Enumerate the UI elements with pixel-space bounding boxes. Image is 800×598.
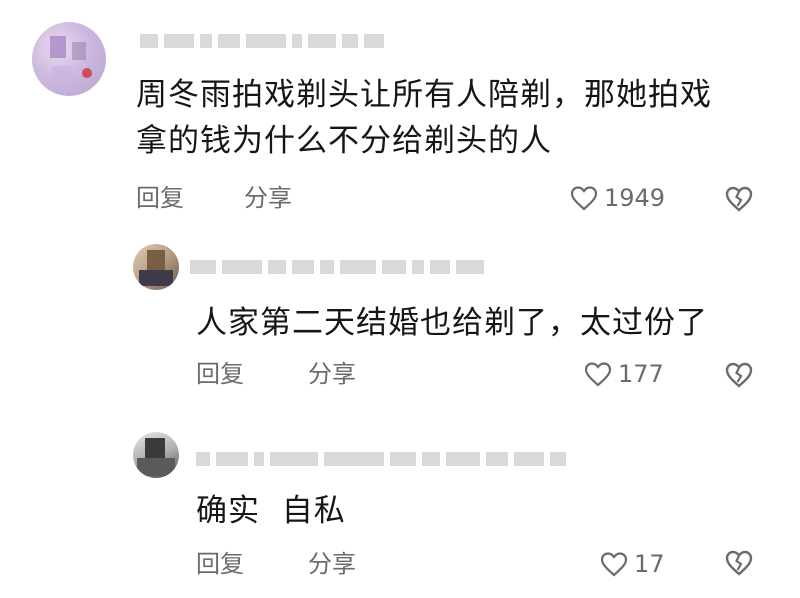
like-button[interactable]: 17 [600,546,684,582]
username-blurred[interactable] [190,256,490,278]
reply-button[interactable]: 回复 [196,546,244,582]
share-button[interactable]: 分享 [308,546,356,582]
like-count: 177 [618,360,664,388]
broken-heart-icon[interactable] [724,548,754,578]
comment-actions: 回复 分享 [196,546,496,582]
username-blurred[interactable] [196,448,572,470]
avatar[interactable] [133,432,179,478]
avatar[interactable] [32,22,106,96]
like-button[interactable]: 177 [584,356,684,392]
broken-heart-icon[interactable] [724,360,754,390]
reply-button[interactable]: 回复 [196,356,244,392]
comment-actions: 回复 分享 [136,180,436,216]
comment-actions: 回复 分享 [196,356,496,392]
reply-button[interactable]: 回复 [136,180,184,216]
comment-text: 周冬雨拍戏剃头让所有人陪剃，那她拍戏 拿的钱为什么不分给剃头的人 [136,77,712,159]
comment-text: 人家第二天结婚也给剃了，太过份了 [196,305,708,341]
broken-heart-icon[interactable] [724,184,754,214]
heart-outline-icon [584,362,612,387]
avatar[interactable] [133,244,179,290]
like-count: 1949 [604,184,666,212]
comment-text: 确实 自私 [196,493,346,529]
heart-outline-icon [570,186,598,211]
like-count: 17 [634,550,665,578]
share-button[interactable]: 分享 [308,356,356,392]
heart-outline-icon [600,552,628,577]
username-blurred[interactable] [140,30,390,52]
share-button[interactable]: 分享 [244,180,292,216]
like-button[interactable]: 1949 [570,180,680,216]
